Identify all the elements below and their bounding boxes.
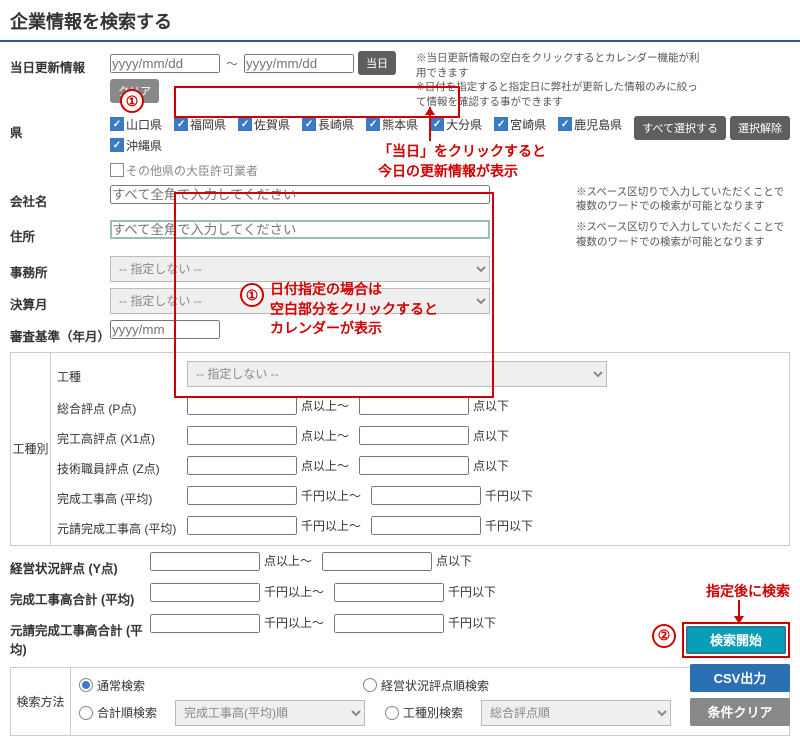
note-update: ※当日更新情報の空白をクリックするとカレンダー機能が利用できます ※日付を指定す… bbox=[410, 51, 700, 110]
label-moto: 元請完成工事高 (平均) bbox=[57, 515, 187, 537]
office-select[interactable]: -- 指定しない -- bbox=[110, 256, 490, 282]
label-pref: 県 bbox=[10, 116, 110, 141]
label-sum: 完成工事高合計 (平均) bbox=[10, 583, 150, 608]
radio-gokei[interactable]: 合計順検索 bbox=[79, 704, 157, 721]
anno-text-2: 日付指定の場合は 空白部分をクリックすると カレンダーが表示 bbox=[270, 280, 438, 339]
pref-checkbox[interactable]: ✓長崎県 bbox=[302, 116, 354, 133]
date-from-input[interactable] bbox=[110, 54, 220, 73]
pref-checkbox[interactable]: ✓福岡県 bbox=[174, 116, 226, 133]
label-shinsa: 審査基準（年月） bbox=[10, 320, 110, 345]
avg-max-input[interactable] bbox=[371, 486, 481, 505]
search-form: ① 「当日」をクリックすると 今日の更新情報が表示 ① 日付指定の場合は 空白部… bbox=[0, 42, 800, 746]
anno-marker-1: ① bbox=[120, 89, 144, 113]
pref-checkbox[interactable]: ✓佐賀県 bbox=[238, 116, 290, 133]
radio-koshu[interactable]: 工種別検索 bbox=[385, 704, 463, 721]
page-title: 企業情報を検索する bbox=[0, 0, 800, 42]
label-addr: 住所 bbox=[10, 220, 110, 245]
z-max-input[interactable] bbox=[359, 456, 469, 475]
shinsa-input[interactable] bbox=[110, 320, 220, 339]
label-type: 工種 bbox=[57, 363, 187, 385]
moto-max-input[interactable] bbox=[371, 516, 481, 535]
label-x1: 完工高評点 (X1点) bbox=[57, 425, 187, 447]
label-p: 総合評点 (P点) bbox=[57, 395, 187, 417]
pref-checkbox[interactable]: ✓山口県 bbox=[110, 116, 162, 133]
label-company: 会社名 bbox=[10, 185, 110, 210]
anno-marker-3: ② bbox=[652, 624, 676, 648]
anno-marker-2: ① bbox=[240, 283, 264, 307]
pref-other-checkbox[interactable]: その他県の大臣許可業者 bbox=[110, 162, 258, 179]
label-z: 技術職員評点 (Z点) bbox=[57, 455, 187, 477]
gokei-sort-select[interactable]: 完成工事高(平均)順 bbox=[175, 700, 365, 726]
label-y: 経営状況評点 (Y点) bbox=[10, 552, 150, 577]
pref-checkbox[interactable]: ✓沖縄県 bbox=[110, 137, 162, 154]
company-input[interactable] bbox=[110, 185, 490, 204]
label-motosum: 元請完成工事高合計 (平均) bbox=[10, 614, 150, 658]
sum-min-input[interactable] bbox=[150, 583, 260, 602]
label-kessan: 決算月 bbox=[10, 288, 110, 313]
p-min-input[interactable] bbox=[187, 396, 297, 415]
radio-keiei[interactable]: 経営状況評点順検索 bbox=[363, 677, 489, 694]
pref-checkbox[interactable]: ✓大分県 bbox=[430, 116, 482, 133]
koshu-sort-select[interactable]: 総合評点順 bbox=[481, 700, 671, 726]
label-avg: 完成工事高 (平均) bbox=[57, 485, 187, 507]
label-update: 当日更新情報 bbox=[10, 51, 110, 76]
motosum-min-input[interactable] bbox=[150, 614, 260, 633]
y-max-input[interactable] bbox=[322, 552, 432, 571]
deselect-button[interactable]: 選択解除 bbox=[730, 116, 790, 140]
select-all-button[interactable]: すべて選択する bbox=[634, 116, 726, 140]
clear-button[interactable]: 条件クリア bbox=[690, 698, 790, 726]
bytype-block: 工種別 工種 -- 指定しない -- 総合評点 (P点) 点以上～ 点以下 完工… bbox=[10, 352, 790, 546]
pref-checkbox[interactable]: ✓宮崎県 bbox=[494, 116, 546, 133]
pref-checkbox[interactable]: ✓鹿児島県 bbox=[558, 116, 622, 133]
anno-text-3: 指定後に検索 bbox=[706, 582, 790, 602]
sum-max-input[interactable] bbox=[334, 583, 444, 602]
csv-button[interactable]: CSV出力 bbox=[690, 664, 790, 692]
p-max-input[interactable] bbox=[359, 396, 469, 415]
motosum-max-input[interactable] bbox=[334, 614, 444, 633]
x1-max-input[interactable] bbox=[359, 426, 469, 445]
radio-normal[interactable]: 通常検索 bbox=[79, 677, 145, 694]
y-min-input[interactable] bbox=[150, 552, 260, 571]
method-side-label: 検索方法 bbox=[11, 668, 71, 735]
today-button[interactable]: 当日 bbox=[358, 51, 396, 75]
note-company: ※スペース区切りで入力していただくことで複数のワードでの検索が可能となります bbox=[570, 185, 790, 214]
avg-min-input[interactable] bbox=[187, 486, 297, 505]
bytype-side-label: 工種別 bbox=[11, 353, 51, 545]
x1-min-input[interactable] bbox=[187, 426, 297, 445]
type-select[interactable]: -- 指定しない -- bbox=[187, 361, 607, 387]
tilde: ～ bbox=[224, 55, 240, 72]
note-addr: ※スペース区切りで入力していただくことで複数のワードでの検索が可能となります bbox=[570, 220, 790, 249]
date-to-input[interactable] bbox=[244, 54, 354, 73]
row-address: 住所 ※スペース区切りで入力していただくことで複数のワードでの検索が可能となりま… bbox=[10, 217, 790, 252]
search-button[interactable]: 検索開始 bbox=[686, 626, 786, 654]
anno-text-1: 「当日」をクリックすると 今日の更新情報が表示 bbox=[378, 142, 546, 181]
moto-min-input[interactable] bbox=[187, 516, 297, 535]
method-block: 検索方法 通常検索 経営状況評点順検索 合計順検索 完成工事高(平均)順 工種別… bbox=[10, 667, 790, 736]
address-input[interactable] bbox=[110, 220, 490, 239]
z-min-input[interactable] bbox=[187, 456, 297, 475]
label-office: 事務所 bbox=[10, 256, 110, 281]
row-company: 会社名 ※スペース区切りで入力していただくことで複数のワードでの検索が可能となり… bbox=[10, 182, 790, 217]
